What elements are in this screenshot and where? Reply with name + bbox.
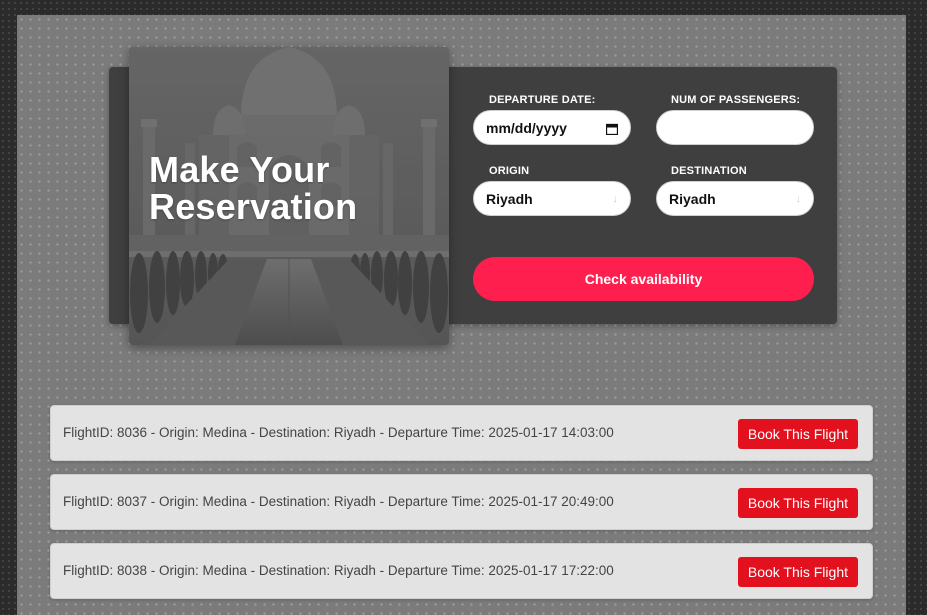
title-line-1: Make Your — [149, 149, 330, 190]
book-flight-button[interactable]: Book This Flight — [737, 488, 858, 518]
flight-info: FlightID: 8037 - Origin: Medina - Destin… — [63, 494, 614, 509]
destination-select[interactable]: Riyadh ↓ — [656, 181, 814, 216]
calendar-icon[interactable] — [605, 122, 619, 135]
departure-date-value: mm/dd/yyyy — [486, 119, 567, 136]
destination-value: Riyadh — [669, 190, 716, 207]
origin-select[interactable]: Riyadh ↓ — [473, 181, 631, 216]
flight-row: FlightID: 8038 - Origin: Medina - Destin… — [50, 543, 873, 599]
passengers-input[interactable] — [656, 110, 814, 145]
flight-info: FlightID: 8038 - Origin: Medina - Destin… — [63, 563, 614, 578]
page-background: Make Your Reservation DEPARTURE DATE: mm… — [17, 15, 906, 615]
title-line-2: Reservation — [149, 186, 358, 227]
chevron-down-icon: ↓ — [795, 192, 802, 205]
flight-info: FlightID: 8036 - Origin: Medina - Destin… — [63, 425, 614, 440]
book-flight-button[interactable]: Book This Flight — [737, 557, 858, 587]
hero-image: Make Your Reservation — [129, 47, 449, 345]
departure-date-input[interactable]: mm/dd/yyyy — [473, 110, 631, 145]
flight-row: FlightID: 8036 - Origin: Medina - Destin… — [50, 405, 873, 461]
page-title: Make Your Reservation — [149, 151, 357, 225]
flight-row: FlightID: 8037 - Origin: Medina - Destin… — [50, 474, 873, 530]
origin-value: Riyadh — [486, 190, 533, 207]
destination-label: DESTINATION — [671, 165, 747, 177]
origin-label: ORIGIN — [489, 165, 530, 177]
passengers-label: NUM OF PASSENGERS: — [671, 94, 801, 106]
departure-date-label: DEPARTURE DATE: — [489, 94, 596, 106]
book-flight-button[interactable]: Book This Flight — [737, 419, 858, 449]
check-availability-button[interactable]: Check availability — [473, 257, 814, 301]
chevron-down-icon: ↓ — [612, 192, 619, 205]
